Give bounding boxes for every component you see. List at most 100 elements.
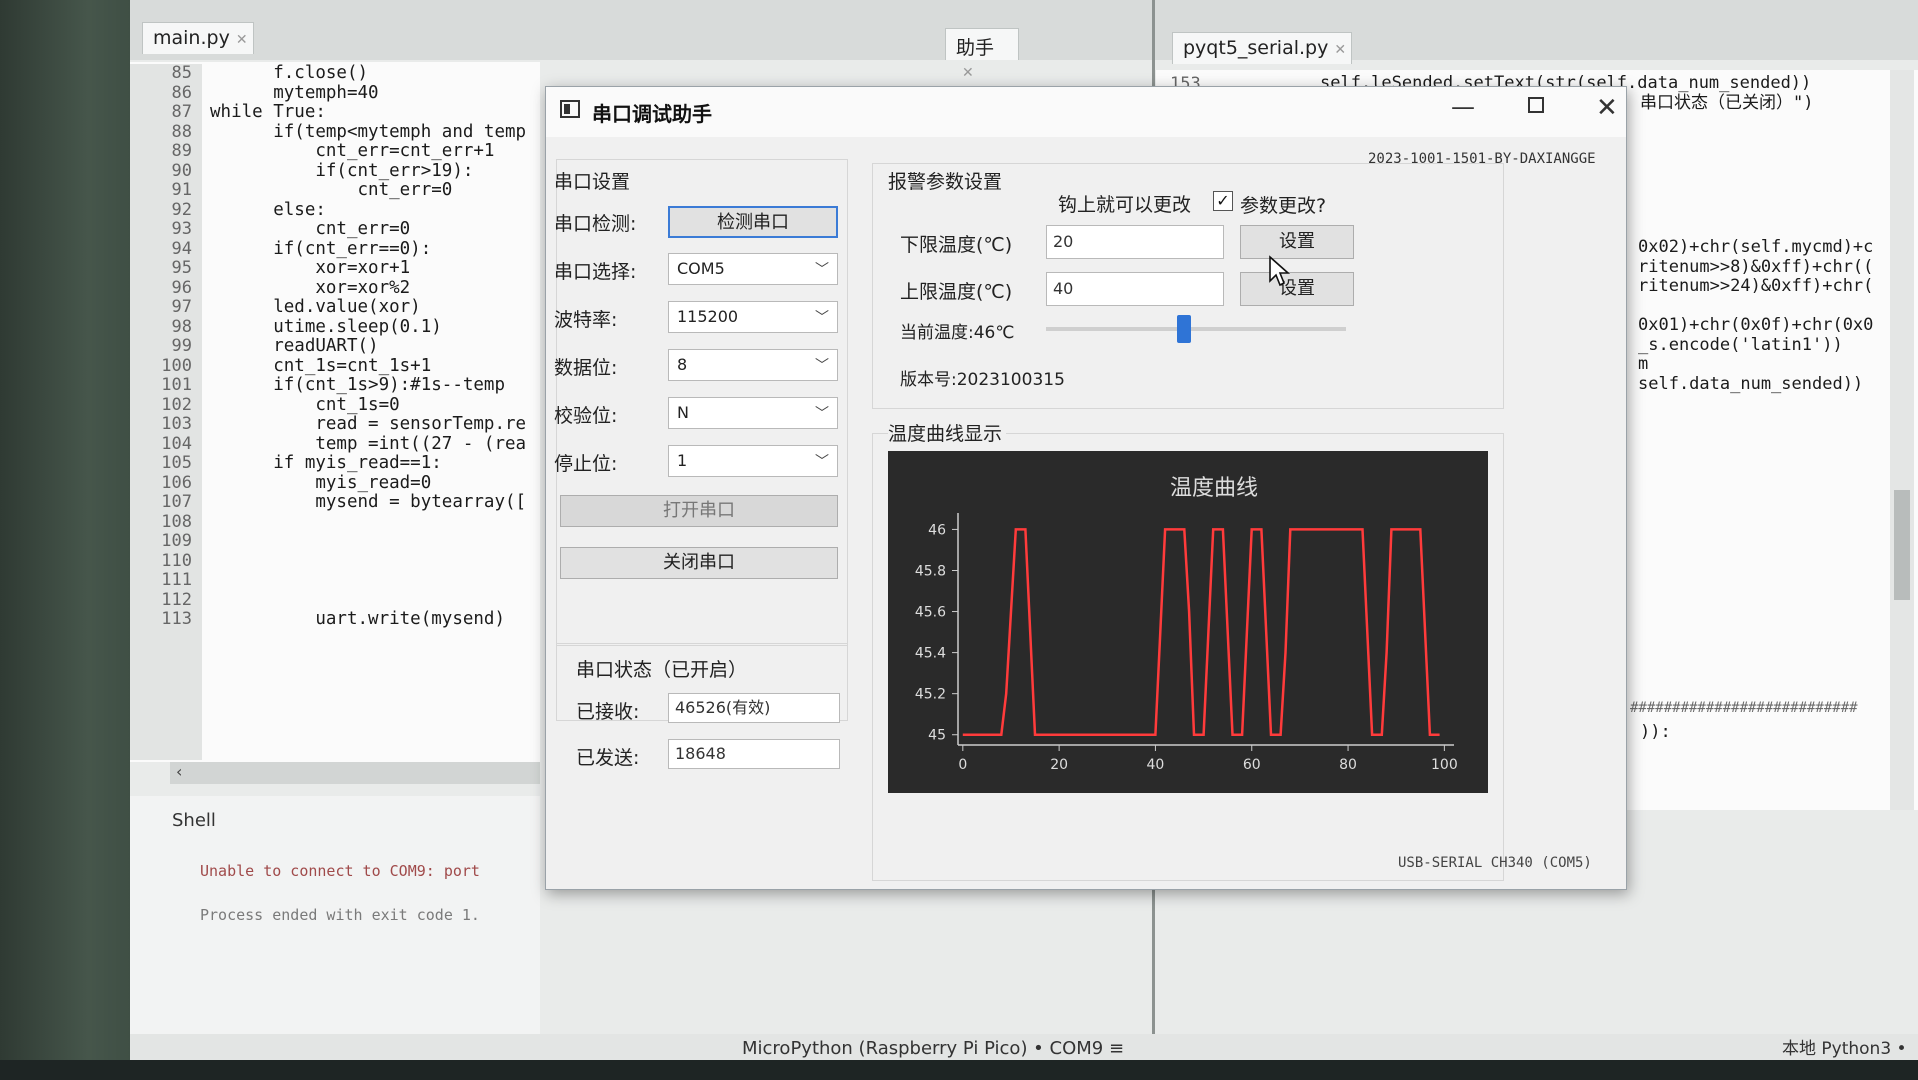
right-code-fragment: 0x01)+chr(0x0f)+chr(0x0	[1638, 315, 1874, 335]
line-number: 106	[161, 472, 192, 493]
code-line: read = sensorTemp.re	[210, 414, 527, 434]
chevron-down-icon: ﹀	[815, 310, 829, 326]
line-number: 101	[161, 375, 192, 395]
alarm-settings-title: 报警参数设置	[888, 171, 1003, 193]
stopbits-label: 停止位:	[554, 453, 618, 475]
dialog-titlebar[interactable]: 串口调试助手 — ✕	[546, 87, 1626, 137]
received-count-field[interactable]: 46526(有效)	[668, 693, 840, 723]
line-number: 104	[161, 433, 192, 454]
baud-label: 波特率:	[554, 309, 618, 331]
minimize-icon[interactable]: —	[1451, 93, 1475, 121]
x-tick-label: 60	[1243, 757, 1261, 773]
lower-temp-input[interactable]: 20	[1046, 225, 1224, 259]
shell-panel[interactable]	[130, 796, 540, 1062]
close-icon[interactable]: ✕	[1334, 42, 1346, 58]
tab-pyqt5-serial[interactable]: pyqt5_serial.py ✕	[1172, 32, 1352, 64]
current-temp-slider[interactable]	[1046, 315, 1346, 343]
interpreter-status[interactable]: MicroPython (Raspberry Pi Pico) • COM9 ≡	[742, 1038, 1124, 1059]
port-select-value: COM5	[677, 259, 725, 278]
set-upper-button[interactable]: 设置	[1240, 272, 1354, 306]
chart-title: 温度曲线	[1170, 476, 1258, 501]
hint-text: 钩上就可以更改	[1058, 194, 1192, 216]
shell-tab-label: Shell	[172, 810, 216, 831]
code-line: uart.write(mysend)	[210, 609, 506, 629]
line-number: 92	[171, 199, 192, 220]
tab-assistant-label: 助手	[956, 37, 995, 59]
databits-label: 数据位:	[554, 357, 618, 379]
parity-label: 校验位:	[554, 405, 618, 427]
scrollbar-thumb[interactable]	[1894, 490, 1910, 600]
line-number: 94	[171, 238, 192, 259]
code-line: if(cnt_err==0):	[210, 238, 432, 259]
monitor-bottom-edge	[0, 1060, 1918, 1080]
parity-select[interactable]: N ﹀	[668, 397, 838, 429]
detect-port-button[interactable]: 检测串口	[668, 206, 838, 238]
right-code-fragment: _s.encode('latin1'))	[1638, 334, 1843, 355]
code-line: if(temp<mytemph and temp	[210, 121, 527, 142]
baud-select[interactable]: 115200 ﹀	[668, 301, 838, 333]
close-icon[interactable]: ✕	[962, 65, 974, 81]
sent-label: 已发送:	[576, 747, 640, 769]
close-icon[interactable]: ✕	[236, 32, 248, 48]
line-number: 89	[171, 141, 192, 161]
local-python-status[interactable]: 本地 Python3 •	[1782, 1034, 1907, 1059]
line-number: 103	[161, 414, 192, 434]
slider-handle[interactable]	[1177, 315, 1191, 343]
y-tick-label: 46	[928, 522, 946, 538]
shell-exit-line: Process ended with exit code 1.	[200, 906, 480, 924]
vertical-scrollbar[interactable]	[1890, 70, 1914, 810]
status-divider	[556, 643, 848, 646]
port-select[interactable]: COM5 ﹀	[668, 253, 838, 285]
code-line: utime.sleep(0.1)	[210, 316, 442, 337]
tab-main-py[interactable]: main.py ✕	[142, 22, 254, 54]
sent-count-field[interactable]: 18648	[668, 739, 840, 769]
chevron-down-icon: ﹀	[815, 262, 829, 278]
databits-select-value: 8	[677, 355, 688, 374]
line-number: 108	[161, 511, 192, 532]
y-tick-label: 45.6	[915, 605, 946, 621]
x-tick-label: 80	[1339, 757, 1357, 773]
serial-settings-title: 串口设置	[554, 171, 631, 193]
open-port-button[interactable]: 打开串口	[560, 495, 838, 527]
line-number: 100	[161, 355, 192, 376]
close-port-button[interactable]: 关闭串口	[560, 547, 838, 579]
tab-main-py-label: main.py	[153, 27, 230, 49]
databits-select[interactable]: 8 ﹀	[668, 349, 838, 381]
code-line: if myis_read==1:	[210, 453, 442, 473]
maximize-icon[interactable]	[1528, 97, 1544, 113]
code-line: cnt_err=0	[210, 180, 453, 200]
parity-select-value: N	[677, 403, 689, 422]
right-hash-line: ###########################	[1630, 700, 1858, 716]
line-number: 91	[171, 180, 192, 200]
line-number: 86	[171, 82, 192, 103]
param-change-checkbox[interactable]: ✓	[1213, 191, 1233, 211]
port-label: 串口选择:	[554, 261, 637, 283]
line-number: 109	[161, 531, 192, 551]
y-tick-label: 45.8	[915, 563, 946, 579]
line-number: 98	[171, 316, 192, 337]
line-number: 99	[171, 336, 192, 356]
tab-assistant[interactable]: 助手 ✕	[945, 28, 1019, 81]
set-lower-button[interactable]: 设置	[1240, 225, 1354, 259]
horizontal-scrollbar[interactable]: ‹	[170, 762, 540, 784]
chevron-down-icon: ﹀	[815, 454, 829, 470]
line-number-gutter: 85 86 87 88 89 90 91 92 93 94 95 96 97 98 99 100 101 102 1…	[130, 63, 202, 760]
right-code-fragment: ritenum>>8)&0xff)+chr((	[1638, 256, 1874, 277]
x-tick-label: 0	[958, 757, 967, 773]
x-tick-label: 20	[1050, 757, 1068, 773]
shell-tab[interactable]: Shell	[172, 810, 216, 831]
line-number: 97	[171, 297, 192, 317]
code-line: mytemph=40	[210, 82, 379, 103]
close-icon[interactable]: ✕	[1596, 93, 1618, 123]
right-code-fragment: 0x02)+chr(self.mycmd)+c	[1638, 238, 1874, 257]
x-tick-label: 100	[1431, 757, 1458, 773]
stopbits-select[interactable]: 1 ﹀	[668, 445, 838, 477]
line-number: 105	[161, 453, 192, 473]
line-number: 113	[161, 609, 192, 629]
x-tick-label: 40	[1147, 757, 1165, 773]
upper-temp-input[interactable]: 40	[1046, 272, 1224, 306]
line-number: 88	[171, 121, 192, 142]
scroll-left-icon[interactable]: ‹	[176, 762, 182, 781]
dialog-title: 串口调试助手	[592, 102, 712, 126]
code-line: cnt_err=cnt_err+1	[210, 141, 495, 161]
